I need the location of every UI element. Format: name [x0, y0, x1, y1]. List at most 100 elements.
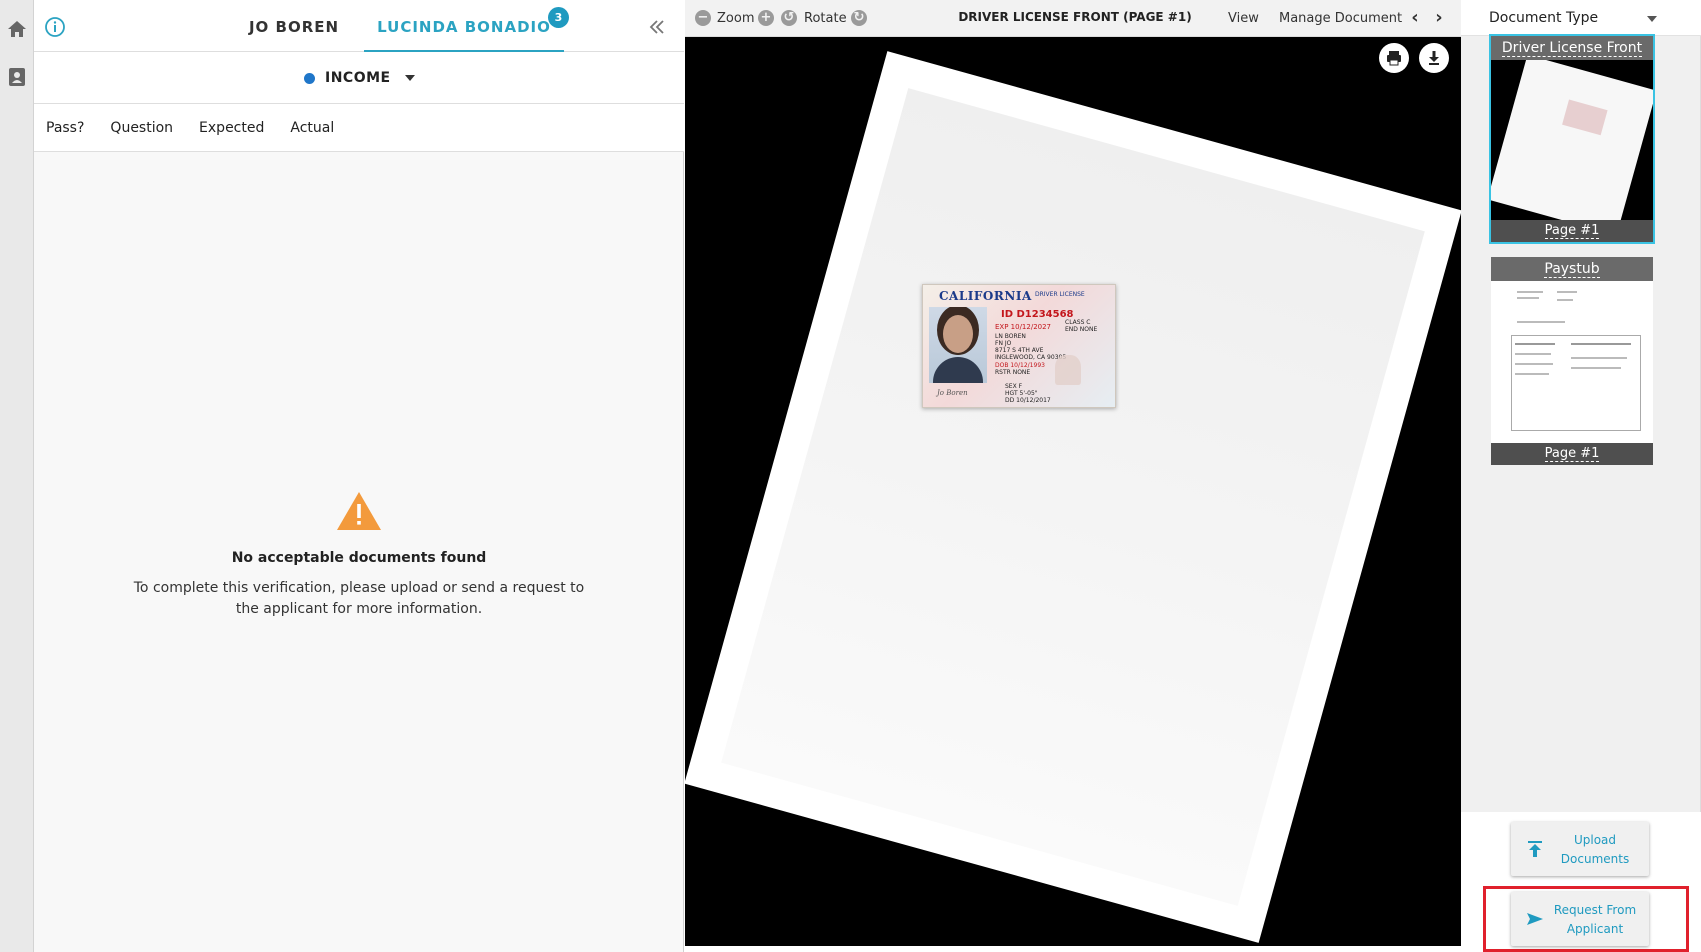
rotate-right-icon[interactable]: ↻	[851, 10, 867, 26]
license-photo	[929, 307, 987, 383]
document-type-label: Document Type	[1489, 10, 1599, 26]
thumbnail-license	[1562, 99, 1608, 136]
document-list-panel: Document Type Driver License Front Page …	[1461, 0, 1701, 952]
rotate-left-icon[interactable]: ↺	[781, 10, 797, 26]
upload-documents-label: Upload Documents	[1560, 833, 1630, 866]
thumbnail-image	[1491, 281, 1653, 443]
category-dropdown[interactable]: INCOME	[304, 68, 415, 88]
thumbnail-driver-license-front[interactable]: Driver License Front Page #1	[1489, 34, 1655, 244]
table-header: Pass? Question Expected Actual	[34, 104, 684, 152]
paystub-line	[1557, 291, 1577, 293]
paystub-line	[1557, 299, 1573, 301]
nav-rail	[0, 0, 34, 952]
document-page	[685, 51, 1461, 943]
scanned-page	[721, 88, 1425, 906]
license-type: DRIVER LICENSE	[1035, 291, 1085, 298]
thumbnail-title: Driver License Front	[1491, 36, 1653, 60]
print-button[interactable]	[1379, 43, 1409, 73]
thumbnail-title: Paystub	[1491, 257, 1653, 281]
applicant-tabs: JO BOREN LUCINDA BONADIO 3	[34, 0, 684, 52]
thumbnail-page-label: Page #1	[1491, 443, 1653, 465]
rotate-label: Rotate	[804, 11, 847, 26]
category-label: INCOME	[325, 70, 391, 86]
caret-down-icon	[1647, 16, 1657, 22]
thumbnail-title-text: Driver License Front	[1501, 40, 1643, 57]
column-header-question: Question	[110, 119, 174, 136]
thumbnail-image	[1491, 60, 1653, 220]
collapse-panel-icon[interactable]	[646, 16, 668, 38]
thumbnail-page-label: Page #1	[1491, 220, 1653, 242]
thumbnail-page	[1491, 60, 1653, 220]
next-page-icon[interactable]: ›	[1431, 8, 1447, 28]
download-icon	[1429, 51, 1439, 65]
document-viewer: − Zoom + ↺ Rotate ↻ DRIVER LICENSE FRONT…	[685, 0, 1461, 952]
manage-document-menu[interactable]: Manage Document	[1279, 10, 1402, 28]
license-address-1: 8717 S 4TH AVE	[995, 347, 1044, 354]
license-dd: DD 10/12/2017	[1005, 397, 1051, 404]
home-icon[interactable]	[6, 18, 28, 40]
document-title: DRIVER LICENSE FRONT (PAGE #1)	[958, 10, 1192, 24]
download-button[interactable]	[1419, 43, 1449, 73]
request-from-applicant-label: Request From Applicant	[1553, 903, 1637, 936]
license-dob: DOB 10/12/1993	[995, 362, 1045, 369]
paystub-line	[1571, 357, 1627, 359]
license-signature: Jo Boren	[937, 389, 968, 397]
document-canvas[interactable]: CALIFORNIA DRIVER LICENSE ID D1234568 EX…	[685, 37, 1461, 946]
previous-page-icon[interactable]: ‹	[1407, 8, 1423, 28]
paystub-line	[1517, 321, 1565, 323]
viewer-toolbar: − Zoom + ↺ Rotate ↻ DRIVER LICENSE FRONT…	[685, 0, 1461, 37]
thumbnail-paystub[interactable]: Paystub Page #1	[1491, 257, 1653, 465]
document-type-dropdown[interactable]: Document Type	[1461, 0, 1701, 36]
empty-state-message: To complete this verification, please up…	[133, 580, 585, 617]
photo-head	[943, 315, 973, 353]
empty-state: No acceptable documents found To complet…	[34, 490, 684, 620]
paystub-line	[1517, 291, 1543, 293]
paystub-line	[1515, 373, 1549, 375]
thumbnail-page-text: Page #1	[1544, 446, 1600, 462]
paystub-table	[1511, 335, 1641, 431]
warning-icon	[335, 490, 383, 532]
license-last-name: LN BOREN	[995, 333, 1026, 340]
zoom-in-icon[interactable]: +	[758, 10, 774, 26]
column-header-expected: Expected	[199, 119, 265, 136]
paystub-line	[1515, 353, 1551, 355]
contact-card-icon[interactable]	[6, 66, 28, 88]
info-icon[interactable]	[44, 16, 66, 38]
paystub-line	[1517, 297, 1539, 299]
upload-icon	[1525, 839, 1545, 859]
license-state: CALIFORNIA	[939, 289, 1032, 303]
tab-lucinda-bonadio[interactable]: LUCINDA BONADIO	[364, 0, 564, 52]
column-header-pass: Pass?	[46, 119, 85, 136]
document-actions: Upload Documents Request From Applicant	[1461, 812, 1701, 952]
paystub-line	[1515, 343, 1555, 345]
license-ghost-photo	[1055, 355, 1081, 385]
license-rstr: RSTR NONE	[995, 369, 1031, 376]
license-class: CLASS C	[1065, 319, 1091, 326]
paystub-line	[1571, 343, 1631, 345]
paystub-line	[1571, 367, 1621, 369]
paystub-line	[1515, 363, 1553, 365]
license-height: HGT 5'-05"	[1005, 390, 1038, 397]
print-icon	[1387, 51, 1401, 66]
license-exp: EXP 10/12/2027	[995, 323, 1052, 331]
zoom-label: Zoom	[717, 11, 755, 26]
notification-badge: 3	[548, 7, 569, 28]
category-selector: INCOME	[34, 52, 684, 104]
zoom-out-icon[interactable]: −	[695, 10, 711, 26]
view-menu[interactable]: View	[1228, 10, 1259, 28]
license-id: ID D1234568	[1001, 309, 1074, 320]
thumbnail-title-text: Paystub	[1544, 261, 1600, 278]
status-dot-icon	[304, 72, 315, 84]
license-end: END NONE	[1065, 326, 1098, 333]
license-first-name: FN JO	[995, 340, 1012, 347]
column-header-actual: Actual	[290, 119, 335, 136]
driver-license-image: CALIFORNIA DRIVER LICENSE ID D1234568 EX…	[922, 284, 1116, 408]
verification-panel: JO BOREN LUCINDA BONADIO 3 INCOME Pass? …	[34, 0, 684, 952]
upload-documents-button[interactable]: Upload Documents	[1511, 822, 1649, 876]
license-sex: SEX F	[1005, 383, 1023, 390]
send-icon	[1525, 909, 1545, 929]
photo-body	[933, 357, 983, 383]
thumbnail-list: Driver License Front Page #1 Paystub Pag	[1461, 34, 1701, 812]
caret-down-icon	[404, 75, 415, 81]
request-from-applicant-button[interactable]: Request From Applicant	[1511, 892, 1649, 946]
